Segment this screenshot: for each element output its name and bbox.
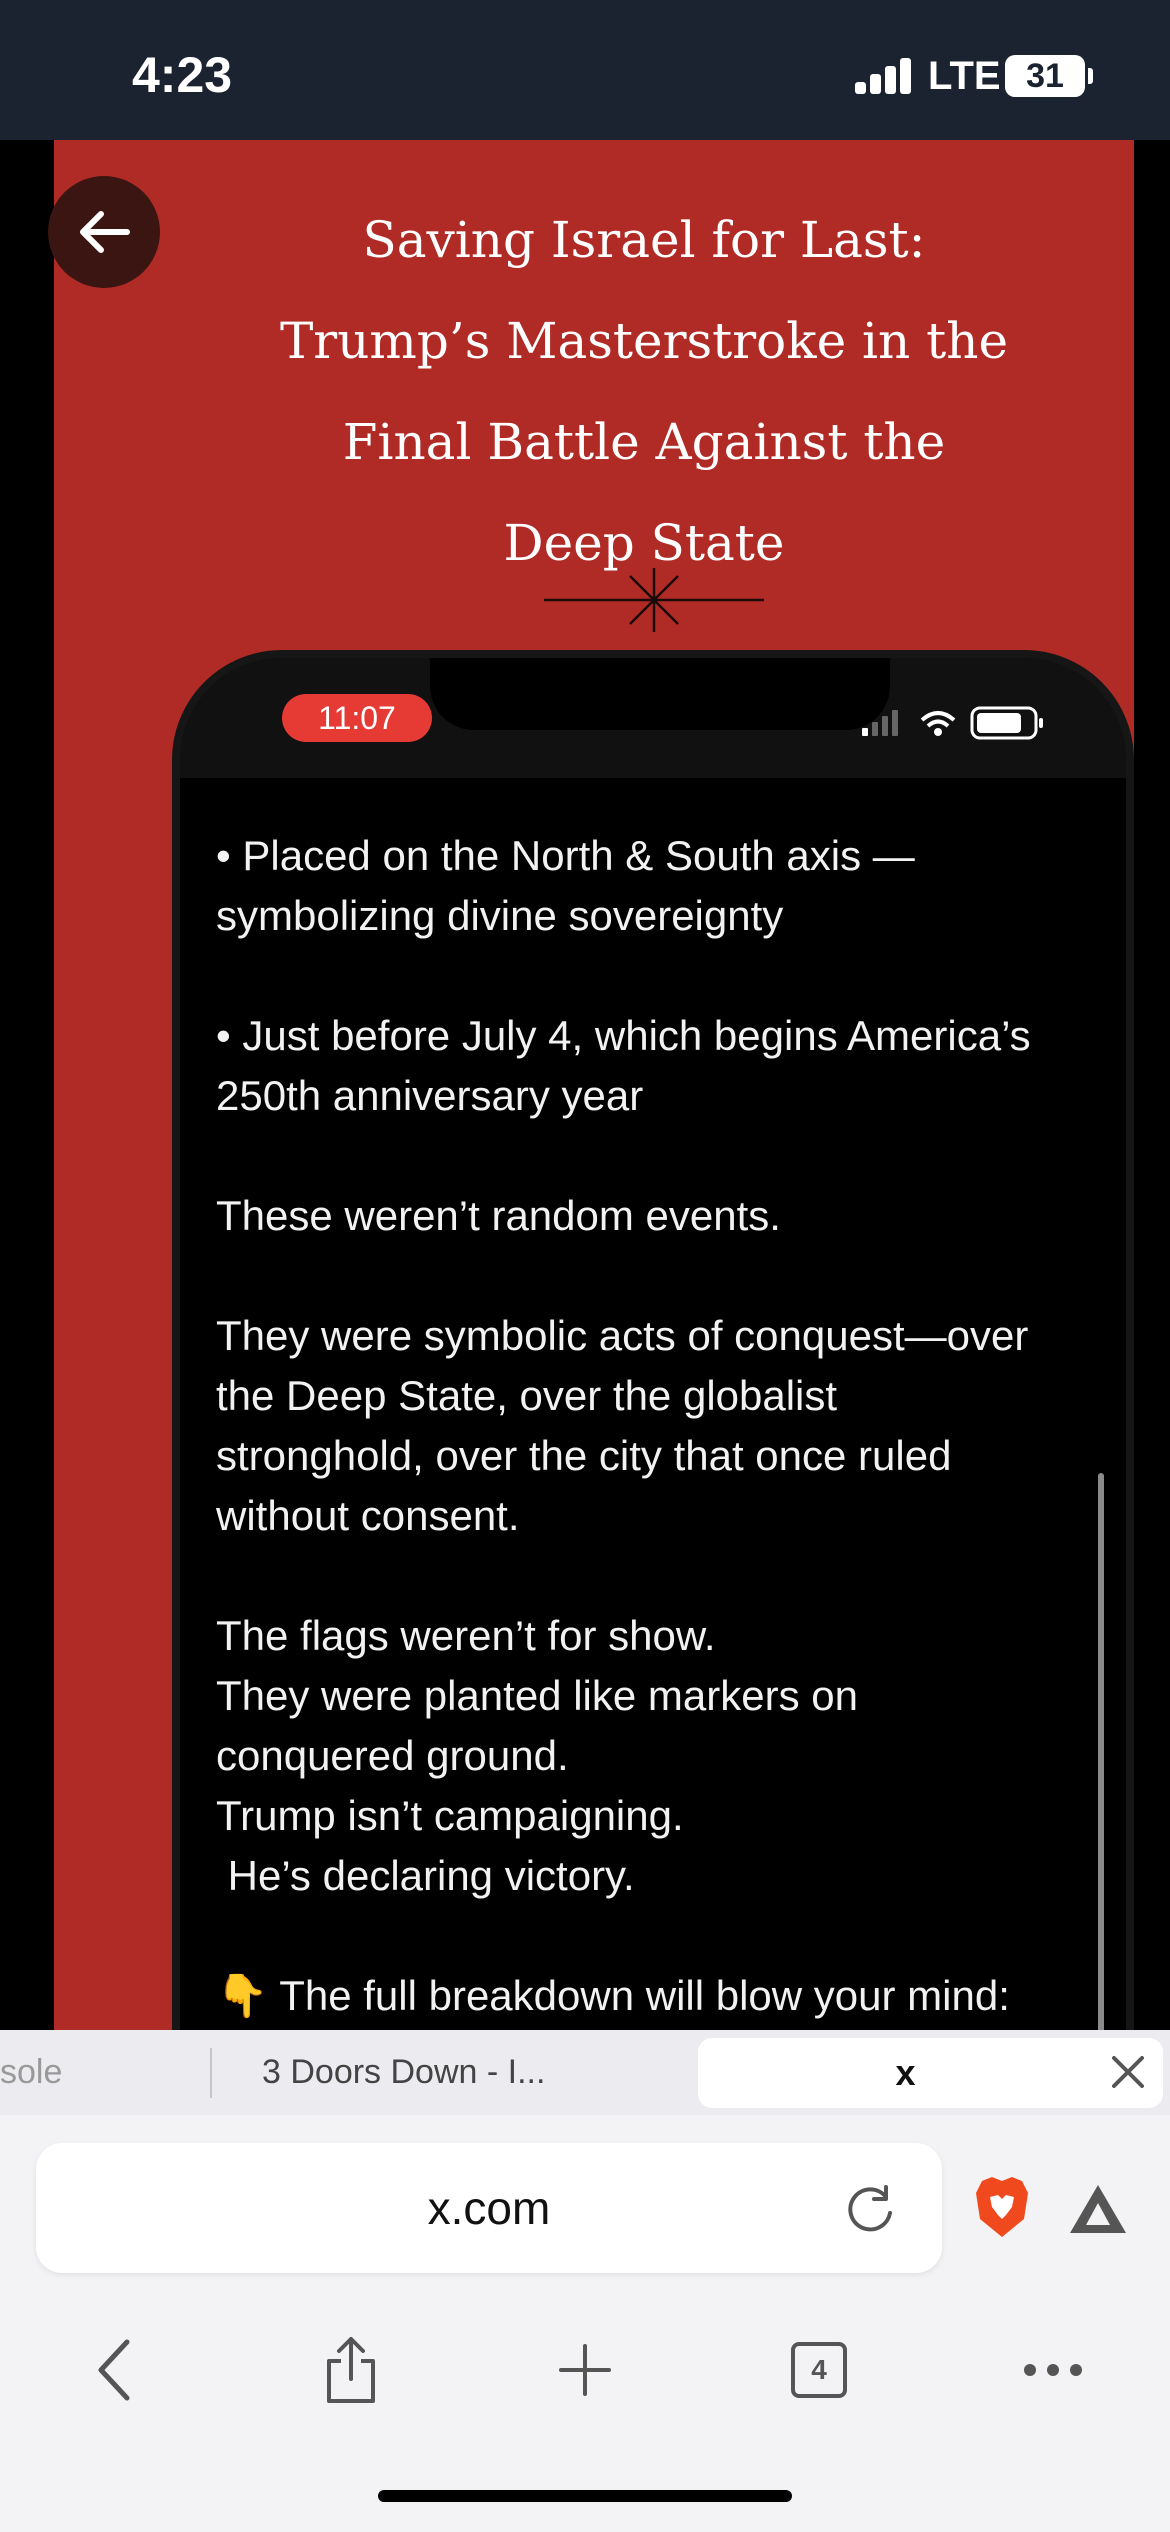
tab-divider [210, 2048, 212, 2098]
address-bar-area: x.com [0, 2115, 1170, 2295]
close-tab-icon[interactable] [1106, 2050, 1150, 2094]
share-button[interactable] [306, 2325, 396, 2415]
tab-count: 4 [791, 2342, 847, 2398]
phone-status-bar: 11:07 [180, 658, 1126, 778]
back-nav-button[interactable] [70, 2325, 160, 2415]
tab-item[interactable]: 3 Doors Down - I... [262, 2030, 642, 2115]
phone-mockup: 11:07 • Placed on the North & South axis… [172, 650, 1134, 2030]
home-indicator [378, 2490, 792, 2502]
tab-item[interactable]: sole [0, 2030, 200, 2115]
battery-level: 31 [1026, 57, 1064, 95]
new-tab-button[interactable] [540, 2325, 630, 2415]
phone-notch [430, 658, 890, 730]
tab-item-active[interactable]: x [698, 2038, 1163, 2108]
image-headline: Saving Israel for Last: Trump’s Masterst… [279, 211, 1009, 572]
url-text: x.com [427, 2182, 551, 2234]
more-menu-button[interactable] [1008, 2325, 1098, 2415]
more-icon [1024, 2364, 1082, 2376]
phone-time-pill: 11:07 [282, 694, 432, 742]
plus-icon [559, 2344, 611, 2396]
back-button[interactable] [48, 176, 160, 288]
carrier-label: LTE [928, 54, 1001, 98]
brave-shields-icon[interactable] [972, 2175, 1032, 2241]
battery-icon: 31 [1005, 55, 1085, 97]
url-field[interactable]: x.com [36, 2143, 942, 2273]
phone-post-text: • Placed on the North & South axis — sym… [216, 832, 1031, 2019]
brave-rewards-icon[interactable] [1066, 2181, 1130, 2237]
status-bar: 4:23 LTE 31 [0, 0, 1170, 140]
battery-tip [1088, 68, 1093, 84]
phone-scrollbar [1098, 1473, 1104, 2030]
tab-switcher-button[interactable]: 4 [774, 2325, 864, 2415]
tab-strip: sole 3 Doors Down - I... x [0, 2030, 1170, 2115]
status-time: 4:23 [132, 47, 233, 103]
star-ornament-icon [544, 568, 764, 632]
post-image: Saving Israel for Last: Trump’s Masterst… [54, 140, 1134, 2030]
tab-label: x [895, 2052, 916, 2093]
cellular-signal-icon [855, 58, 915, 94]
reload-icon[interactable] [842, 2181, 898, 2237]
share-icon [327, 2337, 375, 2403]
chevron-left-icon [98, 2339, 130, 2401]
arrow-left-icon [80, 211, 130, 253]
phone-status-icons [862, 706, 1043, 740]
post-image-viewer[interactable]: Saving Israel for Last: Trump’s Masterst… [0, 140, 1170, 2030]
